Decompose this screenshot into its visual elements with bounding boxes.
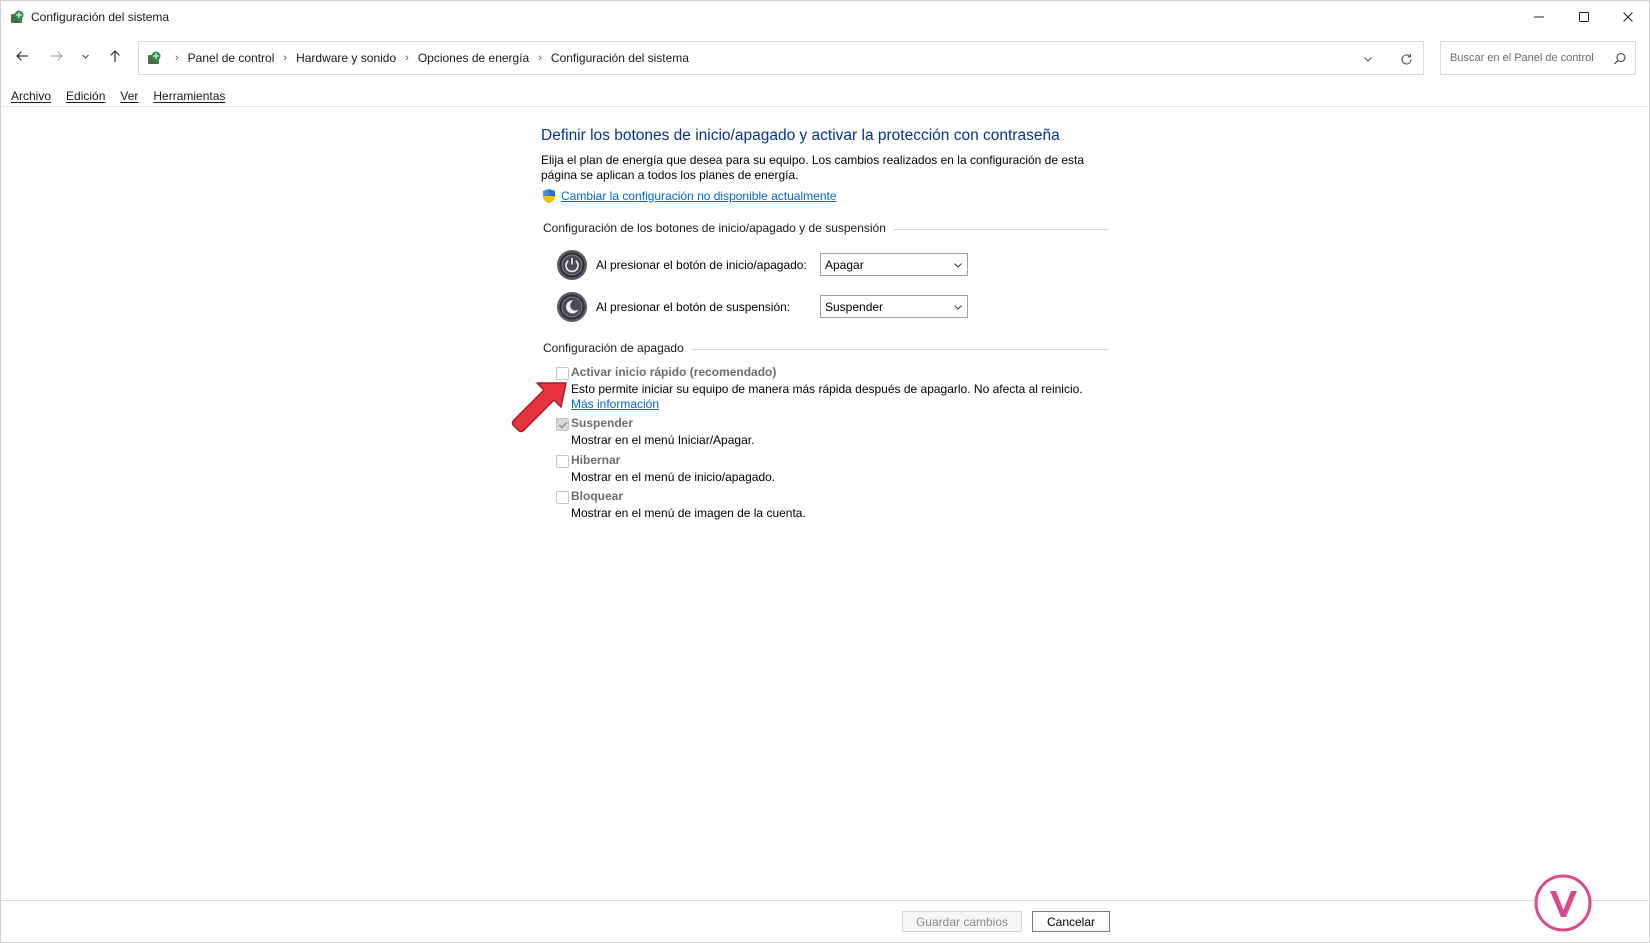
lock-option: Bloquear Mostrar en el menú de imagen de… xyxy=(556,488,1116,522)
refresh-icon xyxy=(1400,53,1412,65)
chevron-down-icon xyxy=(954,305,962,310)
power-button-action-value: Apagar xyxy=(825,258,864,272)
lock-description: Mostrar en el menú de imagen de la cuent… xyxy=(571,506,806,520)
suspend-description: Mostrar en el menú Iniciar/Apagar. xyxy=(571,433,755,447)
buttons-section-heading: Configuración de los botones de inicio/a… xyxy=(543,221,894,235)
close-icon xyxy=(1623,12,1633,22)
suspend-option: Suspender Mostrar en el menú Iniciar/Apa… xyxy=(556,415,1116,449)
fast-startup-option: Activar inicio rápido (recomendado) Esto… xyxy=(556,364,1116,416)
maximize-icon xyxy=(1579,12,1589,22)
back-button[interactable] xyxy=(11,45,33,67)
sleep-button-label: Al presionar el botón de suspensión: xyxy=(596,300,791,314)
address-history-dropdown[interactable] xyxy=(1358,50,1378,68)
breadcrumb-panel-de-control[interactable]: Panel de control xyxy=(188,51,275,65)
minimize-button[interactable] xyxy=(1516,1,1562,33)
power-button-label: Al presionar el botón de inicio/apagado: xyxy=(596,258,807,272)
control-panel-app-icon xyxy=(11,10,24,23)
refresh-button[interactable] xyxy=(1396,50,1416,68)
back-arrow-icon xyxy=(16,51,28,61)
hibernate-option: Hibernar Mostrar en el menú de inicio/ap… xyxy=(556,452,1116,486)
forward-arrow-icon xyxy=(51,51,63,61)
up-arrow-icon xyxy=(110,50,120,62)
search-input[interactable]: Buscar en el Panel de control xyxy=(1450,52,1594,64)
up-button[interactable] xyxy=(104,45,126,67)
close-button[interactable] xyxy=(1605,1,1650,33)
minimize-icon xyxy=(1534,16,1544,18)
suspend-label: Suspender xyxy=(571,416,634,430)
menu-archivo[interactable]: Archivo xyxy=(1,85,51,107)
control-panel-icon xyxy=(148,51,161,64)
hibernate-description: Mostrar en el menú de inicio/apagado. xyxy=(571,470,776,484)
hibernate-checkbox[interactable] xyxy=(556,455,569,468)
breadcrumb-opciones-de-energia[interactable]: Opciones de energía xyxy=(418,51,529,65)
shutdown-section-header: Configuración de apagado xyxy=(543,341,1108,357)
power-button-icon xyxy=(557,250,587,280)
sleep-button-icon xyxy=(557,292,587,322)
address-bar[interactable]: › Panel de control › Hardware y sonido ›… xyxy=(138,41,1424,75)
page-title: Definir los botones de inicio/apagado y … xyxy=(541,127,1060,144)
chevron-down-icon xyxy=(81,54,89,59)
breadcrumb: › Panel de control › Hardware y sonido ›… xyxy=(169,51,689,65)
more-info-link[interactable]: Más información xyxy=(571,397,659,411)
search-box[interactable]: Buscar en el Panel de control xyxy=(1440,41,1636,75)
search-icon[interactable] xyxy=(1613,52,1627,66)
fast-startup-description-text: Esto permite iniciar su equipo de manera… xyxy=(571,382,1083,396)
chevron-down-icon xyxy=(954,263,962,268)
annotation-arrow-icon xyxy=(511,382,567,433)
breadcrumb-chevron-icon[interactable]: › xyxy=(538,52,542,64)
page-description: Elija el plan de energía que desea para … xyxy=(541,153,1085,182)
breadcrumb-configuracion-del-sistema[interactable]: Configuración del sistema xyxy=(551,51,689,65)
breadcrumb-chevron-icon[interactable]: › xyxy=(283,52,287,64)
sleep-button-action-value: Suspender xyxy=(825,300,884,314)
chevron-down-icon xyxy=(1364,57,1372,62)
recent-locations-button[interactable] xyxy=(76,45,94,67)
menu-edicion[interactable]: Edición xyxy=(56,85,105,107)
menu-divider xyxy=(1,106,1649,107)
fast-startup-description: Esto permite iniciar su equipo de manera… xyxy=(571,382,1091,411)
hibernate-label: Hibernar xyxy=(571,453,621,467)
fast-startup-label: Activar inicio rápido (recomendado) xyxy=(571,365,777,379)
maximize-button[interactable] xyxy=(1561,1,1607,33)
sleep-button-action-select[interactable]: Suspender xyxy=(820,295,968,318)
lock-label: Bloquear xyxy=(571,489,624,503)
menu-ver[interactable]: Ver xyxy=(110,85,138,107)
control-panel-window: Configuración del sistema › Panel de con… xyxy=(0,0,1650,943)
power-button-row: Al presionar el botón de inicio/apagado:… xyxy=(556,249,976,283)
change-unavailable-settings-link[interactable]: Cambiar la configuración no disponible a… xyxy=(561,189,837,203)
sleep-button-row: Al presionar el botón de suspensión: Sus… xyxy=(556,291,976,325)
shutdown-section-heading: Configuración de apagado xyxy=(543,341,692,355)
lock-checkbox[interactable] xyxy=(556,491,569,504)
save-changes-button[interactable]: Guardar cambios xyxy=(902,911,1022,932)
footer-divider xyxy=(1,900,1649,901)
cancel-button[interactable]: Cancelar xyxy=(1032,911,1110,932)
breadcrumb-chevron-icon[interactable]: › xyxy=(405,52,409,64)
fast-startup-checkbox[interactable] xyxy=(556,367,569,380)
breadcrumb-hardware-y-sonido[interactable]: Hardware y sonido xyxy=(296,51,396,65)
buttons-section-header: Configuración de los botones de inicio/a… xyxy=(543,221,1108,237)
forward-button[interactable] xyxy=(46,45,68,67)
title-bar: Configuración del sistema xyxy=(1,1,1649,33)
breadcrumb-chevron-icon: › xyxy=(175,52,179,64)
window-title: Configuración del sistema xyxy=(31,10,170,24)
menu-bar: Archivo Edición Ver Herramientas xyxy=(1,85,230,107)
menu-herramientas[interactable]: Herramientas xyxy=(143,85,225,107)
watermark-logo-icon xyxy=(1534,874,1592,932)
uac-shield-icon xyxy=(543,189,555,203)
power-button-action-select[interactable]: Apagar xyxy=(820,253,968,276)
